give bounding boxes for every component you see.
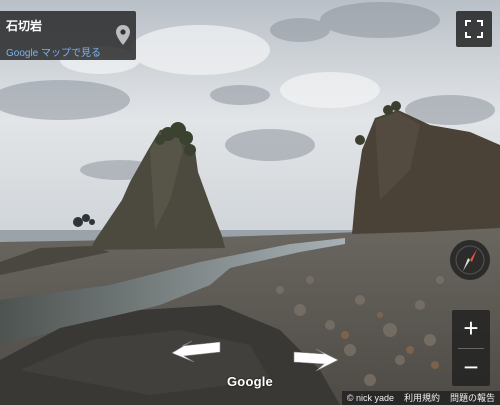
fullscreen-button[interactable] (456, 11, 492, 47)
zoom-in-button[interactable]: + (452, 310, 490, 347)
nav-arrow-right[interactable] (292, 348, 340, 372)
compass-button[interactable] (450, 240, 490, 280)
map-pin-icon[interactable] (116, 25, 130, 45)
nav-arrow-left[interactable] (170, 340, 222, 364)
google-logo: Google (227, 374, 273, 389)
place-info-card: 石切岩 Google マップで見る (0, 11, 136, 60)
view-in-maps-link[interactable]: Google マップで見る (6, 44, 101, 59)
zoom-control: + − (452, 310, 490, 386)
attribution-bar: © nick yade 利用規約 問題の報告 (341, 391, 500, 405)
fullscreen-icon (465, 20, 483, 38)
copyright-text: © nick yade (346, 393, 394, 403)
terms-link[interactable]: 利用規約 (399, 391, 445, 405)
report-problem-link[interactable]: 問題の報告 (445, 391, 500, 405)
zoom-out-button[interactable]: − (452, 349, 490, 386)
street-view-panorama[interactable] (0, 0, 500, 405)
place-name: 石切岩 (6, 19, 43, 33)
compass-icon (455, 245, 485, 275)
